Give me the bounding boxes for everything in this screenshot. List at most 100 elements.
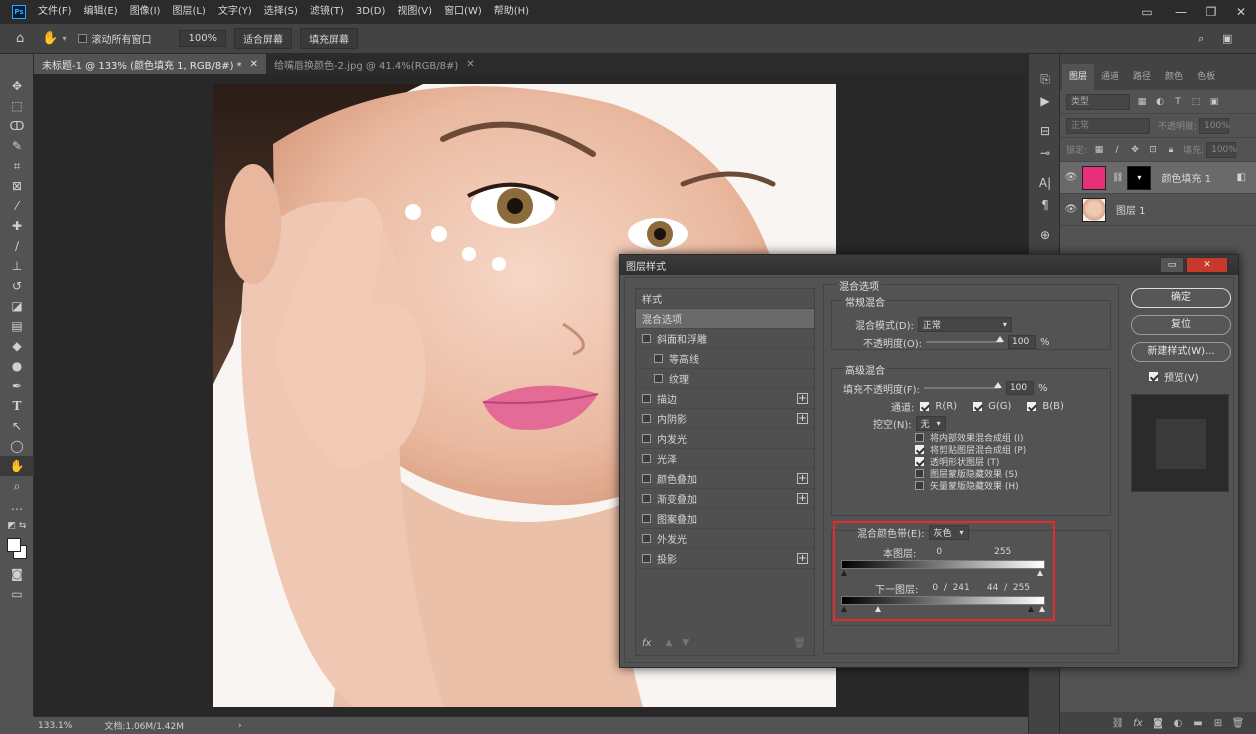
add-mask-icon[interactable]: ◙: [1148, 718, 1168, 729]
history-icon[interactable]: ⎘: [1029, 68, 1061, 90]
trash-icon[interactable]: 🗑︎: [1228, 718, 1248, 729]
home-icon[interactable]: ⌂: [16, 31, 24, 46]
new-style-button[interactable]: 新建样式(W)...: [1131, 342, 1231, 362]
lock-position-icon[interactable]: ✥: [1129, 144, 1141, 156]
close-icon[interactable]: ✕: [250, 59, 258, 70]
move-down-icon[interactable]: ▼: [682, 638, 689, 648]
dialog-titlebar[interactable]: 图层样式: [620, 255, 1238, 275]
advanced-option-checkbox[interactable]: 将内部效果混合成组 (I): [915, 431, 1026, 444]
zoom-100-button[interactable]: 100%: [179, 30, 227, 47]
checkbox-icon[interactable]: [1027, 401, 1037, 411]
fill-screen-button[interactable]: 填充屏幕: [300, 28, 359, 49]
mask-thumbnail[interactable]: ▾: [1127, 165, 1152, 190]
eraser-tool-icon[interactable]: ◪: [0, 296, 34, 316]
scroll-all-windows-checkbox[interactable]: 滚动所有窗口: [78, 31, 151, 46]
search-icon[interactable]: ⌕: [1198, 32, 1204, 46]
checkbox-icon[interactable]: [642, 474, 651, 483]
quick-mask-icon[interactable]: ◙: [0, 564, 34, 584]
checkbox-icon[interactable]: [642, 434, 651, 443]
fx-icon[interactable]: fx: [1128, 718, 1148, 729]
layer-blend-select[interactable]: 正常: [1066, 117, 1150, 134]
zoom-readout[interactable]: 133.1%: [38, 721, 72, 731]
color-swatches[interactable]: [0, 536, 34, 564]
menu-item[interactable]: 文字(Y): [212, 0, 258, 24]
new-layer-icon[interactable]: ⊞: [1208, 718, 1228, 729]
healing-brush-tool-icon[interactable]: ✚: [0, 216, 34, 236]
style-item[interactable]: 颜色叠加 +: [636, 469, 814, 489]
checkbox-icon[interactable]: [1149, 372, 1158, 381]
underlying-layer-gradient[interactable]: [841, 596, 1045, 605]
restore-button[interactable]: ❐: [1196, 0, 1226, 24]
fill-opacity-slider[interactable]: [923, 382, 1002, 389]
checkbox-icon[interactable]: [654, 354, 663, 363]
close-icon[interactable]: ✕: [466, 59, 474, 70]
checkbox-icon[interactable]: [642, 394, 651, 403]
channel-g-checkbox[interactable]: G(G): [973, 401, 1011, 412]
zoom-tool-icon[interactable]: ⌕: [0, 476, 34, 496]
style-item[interactable]: 等高线: [636, 349, 814, 369]
lock-artboard-icon[interactable]: ⊡: [1147, 144, 1159, 156]
checkbox-icon[interactable]: [642, 414, 651, 423]
crop-tool-icon[interactable]: ⌗: [0, 156, 34, 176]
checkbox-icon[interactable]: [642, 534, 651, 543]
style-item[interactable]: 内发光: [636, 429, 814, 449]
ok-button[interactable]: 确定: [1131, 288, 1231, 308]
fx-icon[interactable]: fx: [642, 638, 651, 649]
this-layer-gradient[interactable]: [841, 560, 1045, 569]
opacity-input[interactable]: 100: [1008, 335, 1037, 349]
panel-tab[interactable]: 颜色: [1158, 64, 1190, 90]
tab-untitled[interactable]: 未标题-1 @ 133% (颜色填充 1, RGB/8#) * ✕: [34, 54, 267, 74]
workspace-switch-icon[interactable]: ▭: [1132, 0, 1162, 24]
foreground-color-icon[interactable]: [7, 538, 21, 552]
add-effect-icon[interactable]: +: [797, 473, 808, 484]
fill-opacity-slider-handle[interactable]: [993, 382, 1002, 388]
menu-item[interactable]: 滤镜(T): [304, 0, 350, 24]
checkbox-icon[interactable]: [78, 34, 88, 43]
add-effect-icon[interactable]: +: [797, 393, 808, 404]
hand-tool-icon[interactable]: ✋: [0, 456, 34, 476]
move-tool-icon[interactable]: ✥: [0, 76, 34, 96]
style-item[interactable]: 斜面和浮雕: [636, 329, 814, 349]
trash-icon[interactable]: 🗑︎: [793, 638, 806, 649]
menu-item[interactable]: 窗口(W): [438, 0, 488, 24]
layer-row-color-fill[interactable]: 👁︎ ⛓ ▾ 颜色填充 1 ◧: [1060, 162, 1256, 194]
checkbox-icon[interactable]: [915, 444, 924, 454]
add-effect-icon[interactable]: +: [797, 553, 808, 564]
workspace-icon[interactable]: ▣: [1222, 32, 1232, 45]
style-item[interactable]: 纹理: [636, 369, 814, 389]
underlying-layer-black-lo-handle[interactable]: [841, 606, 847, 612]
properties-icon[interactable]: ⊸: [1029, 142, 1061, 164]
paragraph-icon[interactable]: ¶: [1029, 194, 1061, 216]
this-layer-black-handle[interactable]: [841, 570, 847, 576]
checkbox-icon[interactable]: [654, 374, 663, 383]
smart-filter-icon[interactable]: ▣: [1208, 96, 1220, 108]
menu-item[interactable]: 3D(D): [350, 0, 392, 24]
reset-button[interactable]: 复位: [1131, 315, 1231, 335]
gradient-tool-icon[interactable]: ▤: [0, 316, 34, 336]
fill-opacity-input[interactable]: 100: [1005, 381, 1034, 395]
menu-item[interactable]: 图层(L): [166, 0, 211, 24]
blend-if-select[interactable]: 灰色 ▾: [928, 524, 969, 540]
opacity-slider-handle[interactable]: [996, 336, 1005, 342]
style-item[interactable]: 渐变叠加 +: [636, 489, 814, 509]
dialog-close-button[interactable]: ✕: [1186, 257, 1228, 273]
menu-item[interactable]: 编辑(E): [78, 0, 124, 24]
advanced-option-checkbox[interactable]: 矢量蒙版隐藏效果 (H): [915, 479, 1026, 492]
close-button[interactable]: ✕: [1226, 0, 1256, 24]
stamp-tool-icon[interactable]: ⊥: [0, 256, 34, 276]
quick-select-tool-icon[interactable]: ✎: [0, 136, 34, 156]
link-layers-icon[interactable]: ⛓: [1108, 718, 1128, 729]
move-up-icon[interactable]: ▲: [665, 638, 672, 648]
pixel-filter-icon[interactable]: ▦: [1136, 96, 1148, 108]
lock-paint-icon[interactable]: ∕: [1111, 144, 1123, 156]
style-item[interactable]: 图案叠加: [636, 509, 814, 529]
checkbox-icon[interactable]: [642, 454, 651, 463]
lock-pixels-icon[interactable]: ▦: [1093, 144, 1105, 156]
adjustments-icon[interactable]: ⊟: [1029, 120, 1061, 142]
fill-input[interactable]: 100%: [1206, 141, 1237, 158]
style-item[interactable]: 光泽: [636, 449, 814, 469]
styles-header[interactable]: 样式: [636, 289, 814, 309]
checkbox-icon[interactable]: [642, 514, 651, 523]
style-item[interactable]: 混合选项: [636, 309, 814, 329]
eyedropper-tool-icon[interactable]: ⁄: [0, 196, 34, 216]
